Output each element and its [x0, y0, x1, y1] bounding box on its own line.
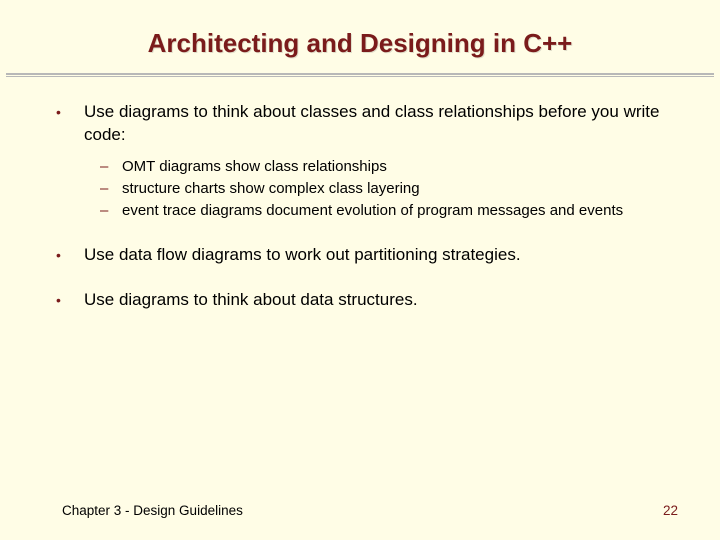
bullet-text: Use data flow diagrams to work out parti…: [84, 245, 521, 264]
sub-bullet-text: OMT diagrams show class relationships: [122, 158, 387, 175]
footer-chapter: Chapter 3 - Design Guidelines: [62, 503, 243, 518]
sub-bullet-text: structure charts show complex class laye…: [122, 180, 420, 197]
list-item: event trace diagrams document evolution …: [100, 201, 662, 221]
list-item: structure charts show complex class laye…: [100, 179, 662, 199]
bullet-text: Use diagrams to think about classes and …: [84, 102, 659, 144]
list-item: Use diagrams to think about classes and …: [50, 101, 662, 222]
bullet-text: Use diagrams to think about data structu…: [84, 290, 418, 309]
page-number: 22: [663, 503, 678, 518]
list-item: OMT diagrams show class relationships: [100, 157, 662, 177]
slide: Architecting and Designing in C++ Use di…: [0, 0, 720, 540]
divider: [0, 73, 720, 79]
slide-body: Use diagrams to think about classes and …: [40, 101, 680, 312]
bullet-list: Use diagrams to think about classes and …: [50, 101, 662, 312]
sub-bullet-list: OMT diagrams show class relationships st…: [100, 157, 662, 222]
sub-bullet-text: event trace diagrams document evolution …: [122, 202, 623, 219]
list-item: Use diagrams to think about data structu…: [50, 289, 662, 312]
list-item: Use data flow diagrams to work out parti…: [50, 244, 662, 267]
slide-title: Architecting and Designing in C++: [40, 28, 680, 59]
slide-footer: Chapter 3 - Design Guidelines 22: [62, 503, 678, 518]
